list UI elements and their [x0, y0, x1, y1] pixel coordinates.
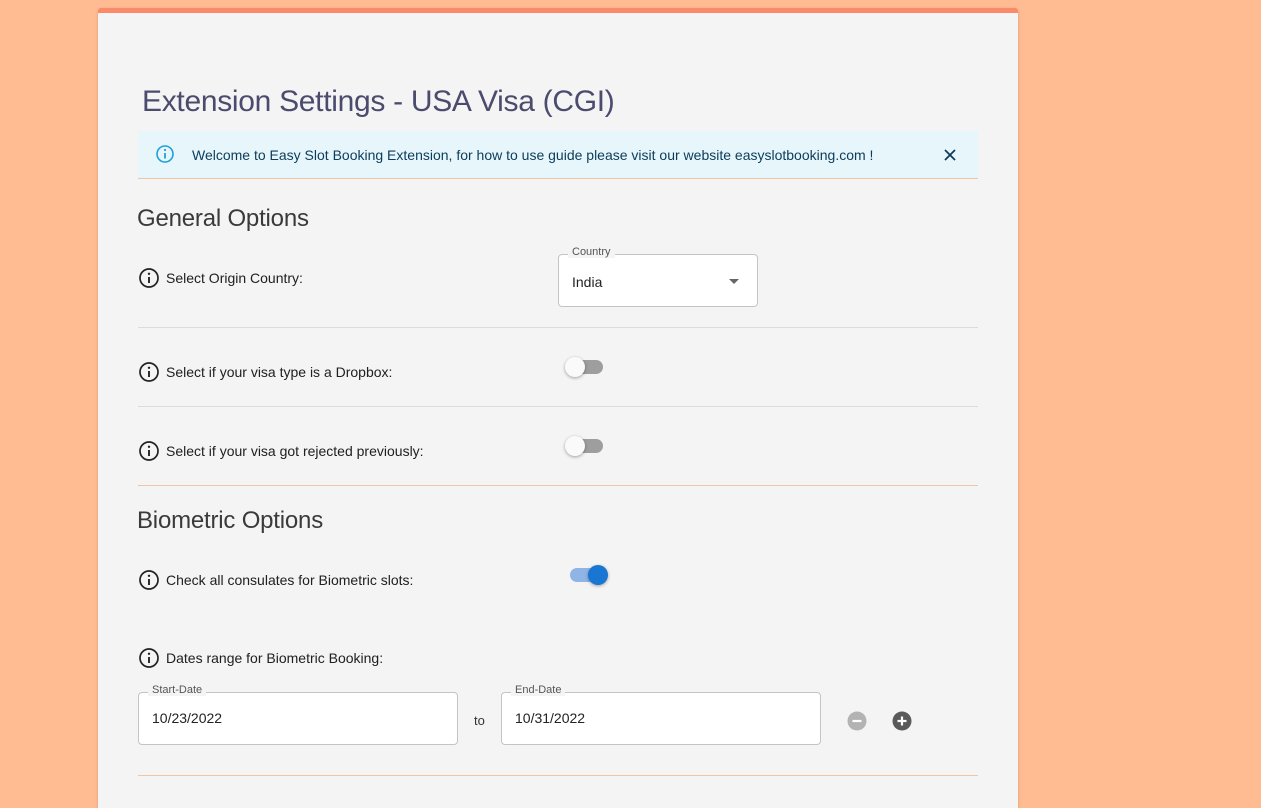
country-field-label: Country: [568, 246, 615, 258]
info-icon[interactable]: [138, 647, 160, 669]
rejected-toggle[interactable]: [565, 434, 605, 458]
end-date-field[interactable]: End-Date: [501, 684, 821, 745]
start-date-field[interactable]: Start-Date: [138, 684, 458, 745]
divider: [138, 327, 978, 328]
info-icon[interactable]: [138, 440, 160, 462]
toggle-thumb: [565, 357, 585, 377]
dates-range-row: Dates range for Biometric Booking:: [138, 647, 383, 669]
alert-message: Welcome to Easy Slot Booking Extension, …: [192, 147, 874, 163]
date-range-separator: to: [474, 713, 485, 728]
section-divider: [138, 485, 978, 486]
page-title: Extension Settings - USA Visa (CGI): [142, 85, 615, 118]
rejected-label: Select if your visa got rejected previou…: [166, 443, 424, 459]
country-select[interactable]: Country India: [558, 246, 758, 307]
start-date-label: Start-Date: [148, 684, 207, 696]
welcome-alert: Welcome to Easy Slot Booking Extension, …: [138, 131, 978, 179]
chevron-down-icon: [729, 279, 739, 284]
origin-country-label: Select Origin Country:: [166, 270, 303, 286]
end-date-label: End-Date: [511, 684, 566, 696]
all-consulates-row: Check all consulates for Biometric slots…: [138, 569, 413, 591]
info-icon[interactable]: [138, 361, 160, 383]
dropbox-row: Select if your visa type is a Dropbox:: [138, 361, 392, 383]
info-icon[interactable]: [138, 267, 160, 289]
country-value: India: [572, 274, 603, 290]
dates-range-label: Dates range for Biometric Booking:: [166, 650, 384, 666]
dropbox-toggle[interactable]: [565, 355, 605, 379]
all-consulates-label: Check all consulates for Biometric slots…: [166, 572, 414, 588]
biometric-options-heading: Biometric Options: [137, 507, 323, 534]
start-date-input[interactable]: [152, 710, 442, 726]
rejected-row: Select if your visa got rejected previou…: [138, 440, 424, 462]
divider: [138, 406, 978, 407]
info-icon[interactable]: [138, 569, 160, 591]
toggle-thumb: [565, 436, 585, 456]
origin-country-row: Select Origin Country:: [138, 267, 303, 289]
close-icon[interactable]: [941, 146, 959, 164]
toggle-thumb: [588, 565, 608, 585]
add-date-range-icon[interactable]: [892, 711, 912, 731]
info-icon: [156, 145, 174, 163]
remove-date-range-icon[interactable]: [847, 711, 867, 731]
settings-card: Extension Settings - USA Visa (CGI) Welc…: [98, 8, 1018, 808]
general-options-heading: General Options: [137, 205, 309, 232]
all-consulates-toggle[interactable]: [568, 563, 608, 587]
dropbox-label: Select if your visa type is a Dropbox:: [166, 364, 393, 380]
section-divider: [138, 775, 978, 776]
end-date-input[interactable]: [515, 710, 805, 726]
